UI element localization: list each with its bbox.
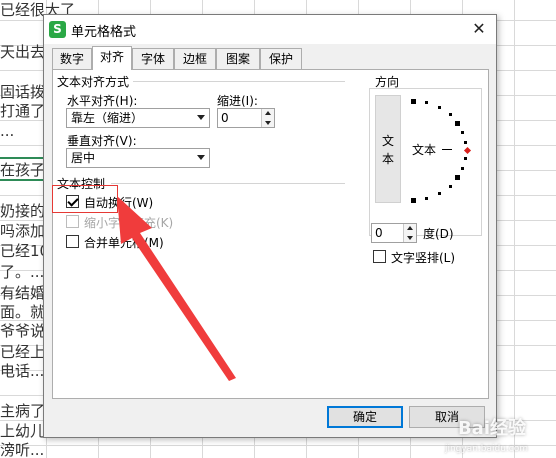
merge-cells-checkbox[interactable] <box>66 235 79 248</box>
degrees-label: 度(D) <box>423 227 454 241</box>
spin-up-icon <box>407 226 413 230</box>
cell-text: 已经上 <box>0 343 46 361</box>
tab-align[interactable]: 对齐 <box>92 46 132 70</box>
tab-number[interactable]: 数字 <box>52 48 92 69</box>
align-panel: 文本对齐方式 水平对齐(H): 靠左（缩进） 缩进(I): 0 垂直对齐(V):… <box>52 69 489 399</box>
spin-up-icon <box>265 111 271 115</box>
merge-cells-label[interactable]: 合并单元格(M) <box>84 234 164 251</box>
dial-point <box>438 192 441 195</box>
indent-value: 0 <box>221 111 229 125</box>
cell-text: 了。... <box>0 263 45 281</box>
cell-text: ... <box>0 122 15 140</box>
dial-point <box>455 121 460 126</box>
degrees-value: 0 <box>375 226 383 240</box>
dial-text: 文本 <box>412 143 437 157</box>
cell-text: 吗添加 <box>0 222 46 240</box>
chevron-down-icon <box>197 155 205 160</box>
cell-text: 滂听... <box>0 441 45 458</box>
vertical-text-char-1: 文 <box>381 134 394 148</box>
horizontal-align-select[interactable]: 靠左（缩进） <box>66 108 210 128</box>
vertical-align-value: 居中 <box>71 151 96 165</box>
dial-point <box>411 99 416 104</box>
vertical-align-select[interactable]: 居中 <box>66 148 210 168</box>
dial-point <box>425 101 428 104</box>
dialog-titlebar: 单元格格式 ✕ <box>44 15 496 44</box>
dial-point <box>461 167 464 170</box>
spinner-buttons[interactable] <box>261 109 274 127</box>
tab-protect[interactable]: 保护 <box>260 48 302 69</box>
tab-border[interactable]: 边框 <box>174 48 216 69</box>
cell-text: 奶接的 <box>0 202 46 220</box>
vertical-text-char-2: 本 <box>381 152 394 166</box>
cell-text: 电话... <box>0 362 45 380</box>
tab-font[interactable]: 字体 <box>132 48 174 69</box>
close-button[interactable]: ✕ <box>468 19 490 39</box>
degrees-spinner[interactable]: 0 <box>371 223 417 243</box>
spin-down-icon <box>407 236 413 240</box>
text-alignment-group-label: 文本对齐方式 <box>57 73 130 90</box>
indent-label: 缩进(I): <box>217 94 258 108</box>
chevron-down-icon <box>197 115 205 120</box>
indent-spinner[interactable]: 0 <box>217 108 275 128</box>
dial-pointer <box>463 146 472 155</box>
cell-text: 主病了 <box>0 402 46 420</box>
dial-point <box>449 185 452 188</box>
watermark-url: jingyan.baidu.com <box>444 444 528 454</box>
dial-point <box>438 106 441 109</box>
dial-point <box>425 197 428 200</box>
cell-text: 面。就 <box>0 303 46 321</box>
dial-line <box>442 149 452 150</box>
highlight-box <box>52 185 118 213</box>
horizontal-align-label: 水平对齐(H): <box>67 94 138 108</box>
orientation-box: 文 本 文本 <box>369 88 482 236</box>
dial-point <box>411 198 416 203</box>
shrink-to-fit-label: 缩小字体填充(K) <box>84 216 174 230</box>
dial-point <box>455 175 460 180</box>
tab-pattern[interactable]: 图案 <box>216 48 260 69</box>
dial-point <box>461 131 464 134</box>
format-cells-dialog: 单元格格式 ✕ 数字 对齐 字体 边框 图案 保护 文本对齐方式 水平对齐(H)… <box>43 14 497 438</box>
dial-point <box>464 157 467 160</box>
vertical-text-button[interactable]: 文 本 <box>375 95 401 203</box>
dialog-title: 单元格格式 <box>71 25 137 40</box>
shrink-to-fit-checkbox <box>66 215 79 228</box>
cell-text: 有结婚 <box>0 284 46 302</box>
dial-point <box>449 113 452 116</box>
cell-text: 固话拨 <box>0 83 46 101</box>
horizontal-align-value: 靠左（缩进） <box>71 111 144 125</box>
stacked-text-label[interactable]: 文字竖排(L) <box>391 249 455 266</box>
cell-text: 打通了 <box>0 102 46 120</box>
cell-text: 已经10 <box>0 242 50 260</box>
dial-point <box>464 141 467 144</box>
orientation-dial[interactable]: 文本 <box>408 89 478 207</box>
group-divider <box>133 81 345 82</box>
watermark-logo: Bai经验 <box>457 418 526 439</box>
cell-text: 天出去 <box>0 43 46 61</box>
ok-button[interactable]: 确定 <box>327 406 403 428</box>
wps-sheet-icon <box>49 21 66 38</box>
vertical-align-label: 垂直对齐(V): <box>67 134 137 148</box>
spinner-buttons[interactable] <box>403 224 416 242</box>
stacked-text-checkbox[interactable] <box>373 250 386 263</box>
spin-down-icon <box>265 121 271 125</box>
selected-cell <box>0 157 46 181</box>
cell-text: 爷爷说 <box>0 322 46 340</box>
group-divider <box>111 183 345 184</box>
